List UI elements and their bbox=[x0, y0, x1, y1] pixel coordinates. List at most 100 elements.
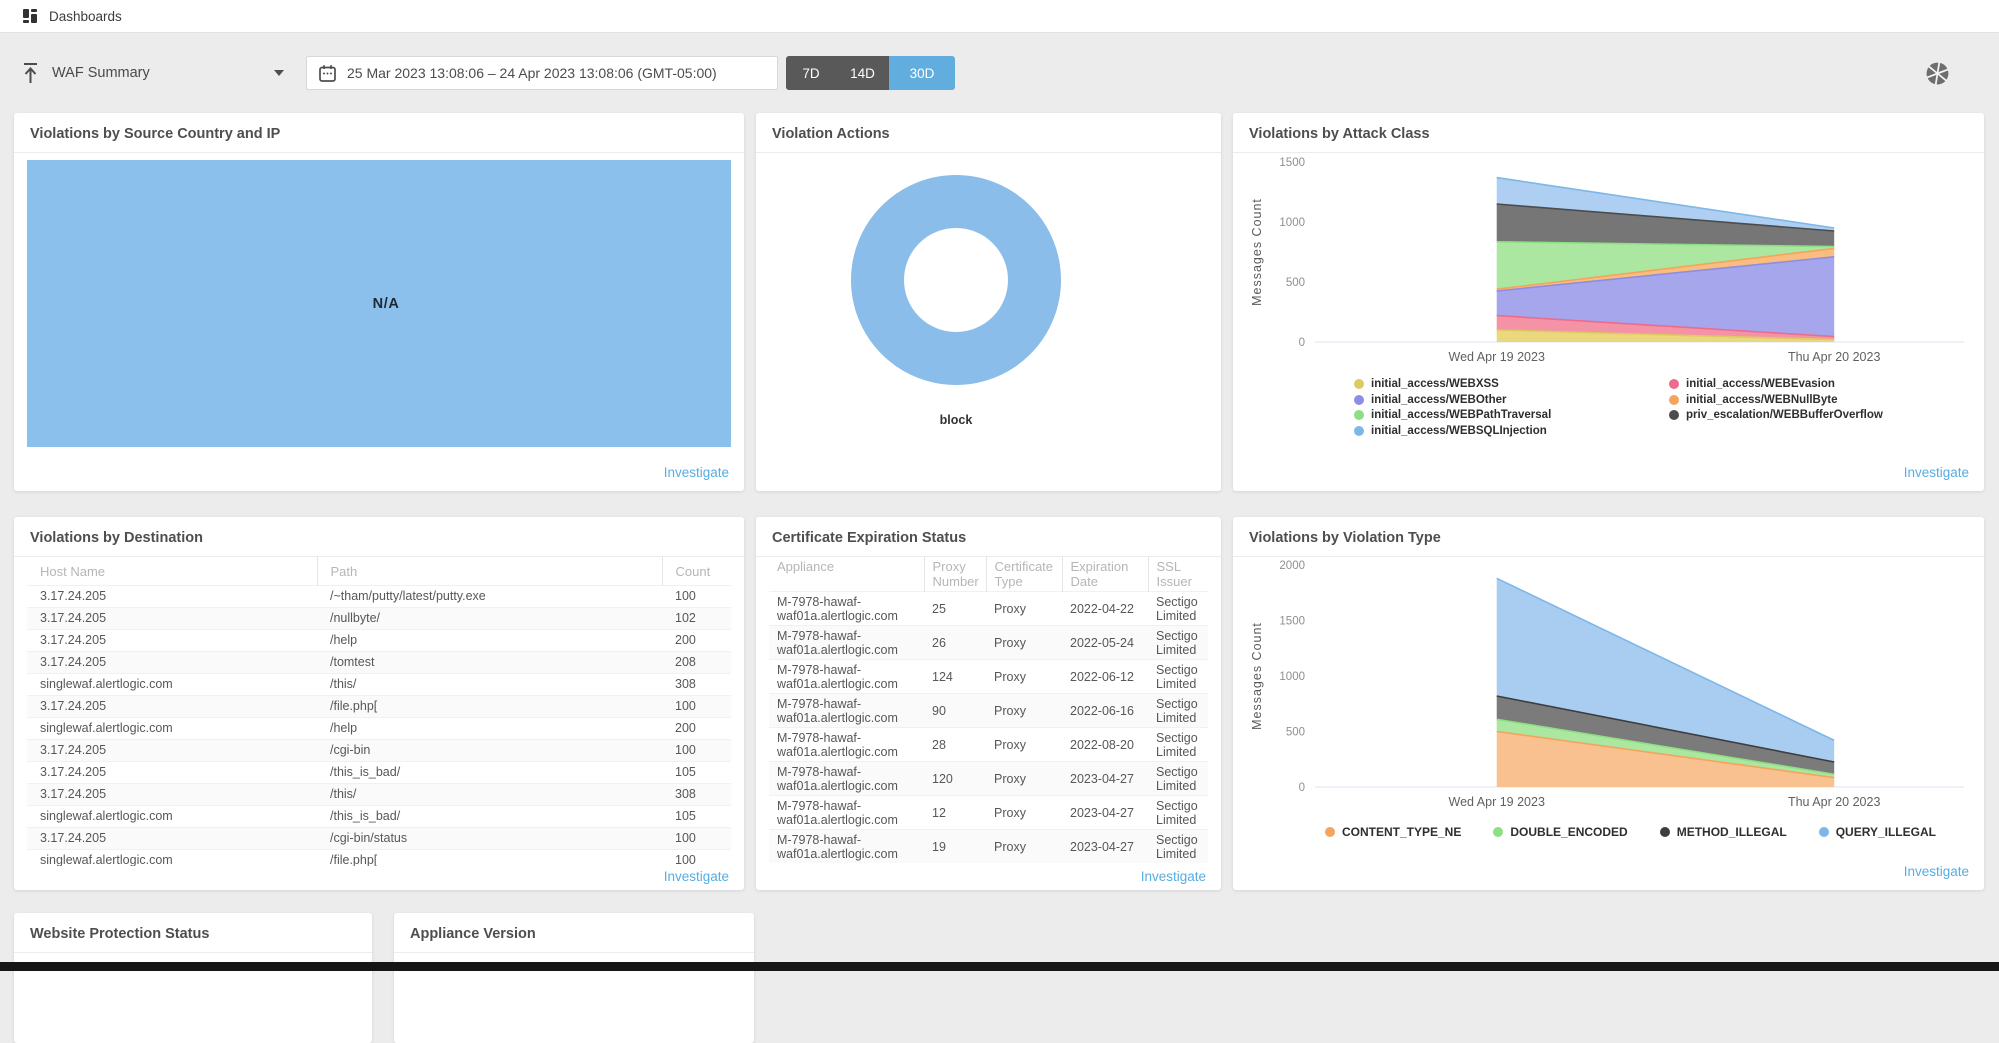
table-cell: 3.17.24.205 bbox=[27, 608, 317, 630]
investigate-link[interactable]: Investigate bbox=[664, 465, 729, 480]
investigate-link[interactable]: Investigate bbox=[664, 869, 729, 884]
legend-item[interactable]: METHOD_ILLEGAL bbox=[1660, 825, 1787, 839]
table-cell: 100 bbox=[662, 850, 731, 867]
panel-violations-by-source: Violations by Source Country and IP N/A … bbox=[14, 113, 744, 491]
legend-item[interactable]: block bbox=[940, 413, 973, 427]
legend-item[interactable]: initial_access/WEBPathTraversal bbox=[1354, 408, 1602, 423]
table-cell: 3.17.24.205 bbox=[27, 762, 317, 784]
calendar-icon bbox=[318, 64, 337, 83]
table-cell: 100 bbox=[662, 828, 731, 850]
svg-text:2000: 2000 bbox=[1279, 560, 1305, 572]
investigate-link[interactable]: Investigate bbox=[1904, 864, 1969, 879]
table-cell: M-7978-hawaf-waf01a.alertlogic.com bbox=[769, 830, 924, 864]
dashboard-content: Violations by Source Country and IP N/A … bbox=[0, 90, 1999, 1043]
table-cell: M-7978-hawaf-waf01a.alertlogic.com bbox=[769, 660, 924, 694]
table-cell: 120 bbox=[924, 762, 986, 796]
range-button-30d[interactable]: 30D bbox=[889, 56, 955, 90]
table-cell: /nullbyte/ bbox=[317, 608, 662, 630]
violation-type-area-chart[interactable]: 0500100015002000Messages CountWed Apr 19… bbox=[1249, 560, 1968, 810]
table-cell: 105 bbox=[662, 806, 731, 828]
legend-item[interactable]: initial_access/WEBSQLInjection bbox=[1354, 424, 1602, 439]
legend-dot bbox=[1493, 827, 1503, 837]
legend-dot bbox=[1669, 395, 1679, 405]
table-row: singlewaf.alertlogic.com/help200 bbox=[27, 718, 731, 740]
legend-item[interactable]: priv_escalation/WEBBufferOverflow bbox=[1669, 408, 1917, 423]
svg-text:1500: 1500 bbox=[1279, 157, 1305, 169]
attack-class-area-chart[interactable]: 050010001500Messages CountWed Apr 19 202… bbox=[1249, 156, 1968, 369]
dashboard-selector[interactable]: WAF Summary bbox=[22, 56, 284, 90]
legend-dot bbox=[1354, 395, 1364, 405]
legend-item[interactable]: initial_access/WEBEvasion bbox=[1669, 377, 1917, 392]
table-cell: 308 bbox=[662, 784, 731, 806]
legend-item[interactable]: CONTENT_TYPE_NE bbox=[1325, 825, 1461, 839]
panel-appliance-version: Appliance Version bbox=[394, 913, 754, 1043]
legend-dot bbox=[1325, 827, 1335, 837]
table-cell: Proxy bbox=[986, 626, 1062, 660]
chevron-down-icon bbox=[274, 70, 284, 76]
panel-certificate-expiration: Certificate Expiration Status ApplianceP… bbox=[756, 517, 1221, 890]
table-row: M-7978-hawaf-waf01a.alertlogic.com26Prox… bbox=[769, 626, 1208, 660]
date-range-picker[interactable]: 25 Mar 2023 13:08:06 – 24 Apr 2023 13:08… bbox=[306, 56, 778, 90]
table-cell: Proxy bbox=[986, 592, 1062, 626]
table-cell: /help bbox=[317, 718, 662, 740]
svg-text:1000: 1000 bbox=[1279, 217, 1305, 229]
violation-type-legend: CONTENT_TYPE_NE DOUBLE_ENCODED METHOD_ILLE… bbox=[1325, 825, 1984, 839]
legend-dot bbox=[1354, 410, 1364, 420]
table-cell: 19 bbox=[924, 830, 986, 864]
table-row: 3.17.24.205/file.php[100 bbox=[27, 696, 731, 718]
panel-website-protection-status: Website Protection Status bbox=[14, 913, 372, 1043]
table-row: 3.17.24.205/~tham/putty/latest/putty.exe… bbox=[27, 586, 731, 608]
table-cell: 3.17.24.205 bbox=[27, 784, 317, 806]
legend-item[interactable]: DOUBLE_ENCODED bbox=[1493, 825, 1627, 839]
table-cell: 2022-05-24 bbox=[1062, 626, 1148, 660]
table-row: singlewaf.alertlogic.com/this/308 bbox=[27, 674, 731, 696]
snapshot-button[interactable] bbox=[1925, 61, 1950, 86]
legend-label: METHOD_ILLEGAL bbox=[1677, 825, 1787, 839]
table-row: singlewaf.alertlogic.com/this_is_bad/105 bbox=[27, 806, 731, 828]
legend-item[interactable]: initial_access/WEBOther bbox=[1354, 393, 1602, 408]
table-row: singlewaf.alertlogic.com/file.php[100 bbox=[27, 850, 731, 867]
legend-label: initial_access/WEBEvasion bbox=[1686, 377, 1835, 392]
table-cell: Sectigo Limited bbox=[1148, 694, 1208, 728]
table-cell: singlewaf.alertlogic.com bbox=[27, 850, 317, 867]
table-cell: /help bbox=[317, 630, 662, 652]
legend-item[interactable]: QUERY_ILLEGAL bbox=[1819, 825, 1936, 839]
violation-actions-donut-chart[interactable] bbox=[851, 175, 1061, 385]
table-cell: 25 bbox=[924, 592, 986, 626]
certificate-table: ApplianceProxy NumberCertificate TypeExp… bbox=[769, 557, 1208, 863]
investigate-link[interactable]: Investigate bbox=[1141, 869, 1206, 884]
table-row: M-7978-hawaf-waf01a.alertlogic.com124Pro… bbox=[769, 660, 1208, 694]
legend-label: QUERY_ILLEGAL bbox=[1836, 825, 1936, 839]
column-header: Expiration Date bbox=[1062, 557, 1148, 592]
table-cell: Proxy bbox=[986, 694, 1062, 728]
svg-text:Thu Apr 20 2023: Thu Apr 20 2023 bbox=[1788, 795, 1880, 809]
table-header-row: Host NamePathCount bbox=[27, 557, 731, 586]
aperture-snapshot-icon bbox=[1925, 61, 1950, 86]
table-row: 3.17.24.205/cgi-bin100 bbox=[27, 740, 731, 762]
legend-dot bbox=[1354, 426, 1364, 436]
svg-text:500: 500 bbox=[1286, 727, 1305, 739]
legend-item[interactable]: initial_access/WEBNullByte bbox=[1669, 393, 1917, 408]
column-header: Certificate Type bbox=[986, 557, 1062, 592]
investigate-link[interactable]: Investigate bbox=[1904, 465, 1969, 480]
table-cell: Proxy bbox=[986, 762, 1062, 796]
table-cell: Sectigo Limited bbox=[1148, 796, 1208, 830]
table-cell: 2022-06-16 bbox=[1062, 694, 1148, 728]
table-cell: /file.php[ bbox=[317, 850, 662, 867]
table-cell: M-7978-hawaf-waf01a.alertlogic.com bbox=[769, 728, 924, 762]
legend-item[interactable]: initial_access/WEBXSS bbox=[1354, 377, 1602, 392]
table-cell: Proxy bbox=[986, 660, 1062, 694]
table-cell: 2022-04-22 bbox=[1062, 592, 1148, 626]
range-button-14d[interactable]: 14D bbox=[836, 56, 889, 90]
table-cell: 3.17.24.205 bbox=[27, 586, 317, 608]
table-cell: /~tham/putty/latest/putty.exe bbox=[317, 586, 662, 608]
table-cell: 100 bbox=[662, 696, 731, 718]
table-row: 3.17.24.205/this/308 bbox=[27, 784, 731, 806]
table-header-row: ApplianceProxy NumberCertificate TypeExp… bbox=[769, 557, 1208, 592]
toolbar: WAF Summary 25 Mar 2023 13:08:06 – 24 Ap… bbox=[0, 33, 1999, 90]
table-cell: 3.17.24.205 bbox=[27, 828, 317, 850]
table-cell: M-7978-hawaf-waf01a.alertlogic.com bbox=[769, 592, 924, 626]
source-country-treemap[interactable]: N/A bbox=[27, 160, 731, 447]
range-button-7d[interactable]: 7D bbox=[786, 56, 836, 90]
table-cell: singlewaf.alertlogic.com bbox=[27, 674, 317, 696]
